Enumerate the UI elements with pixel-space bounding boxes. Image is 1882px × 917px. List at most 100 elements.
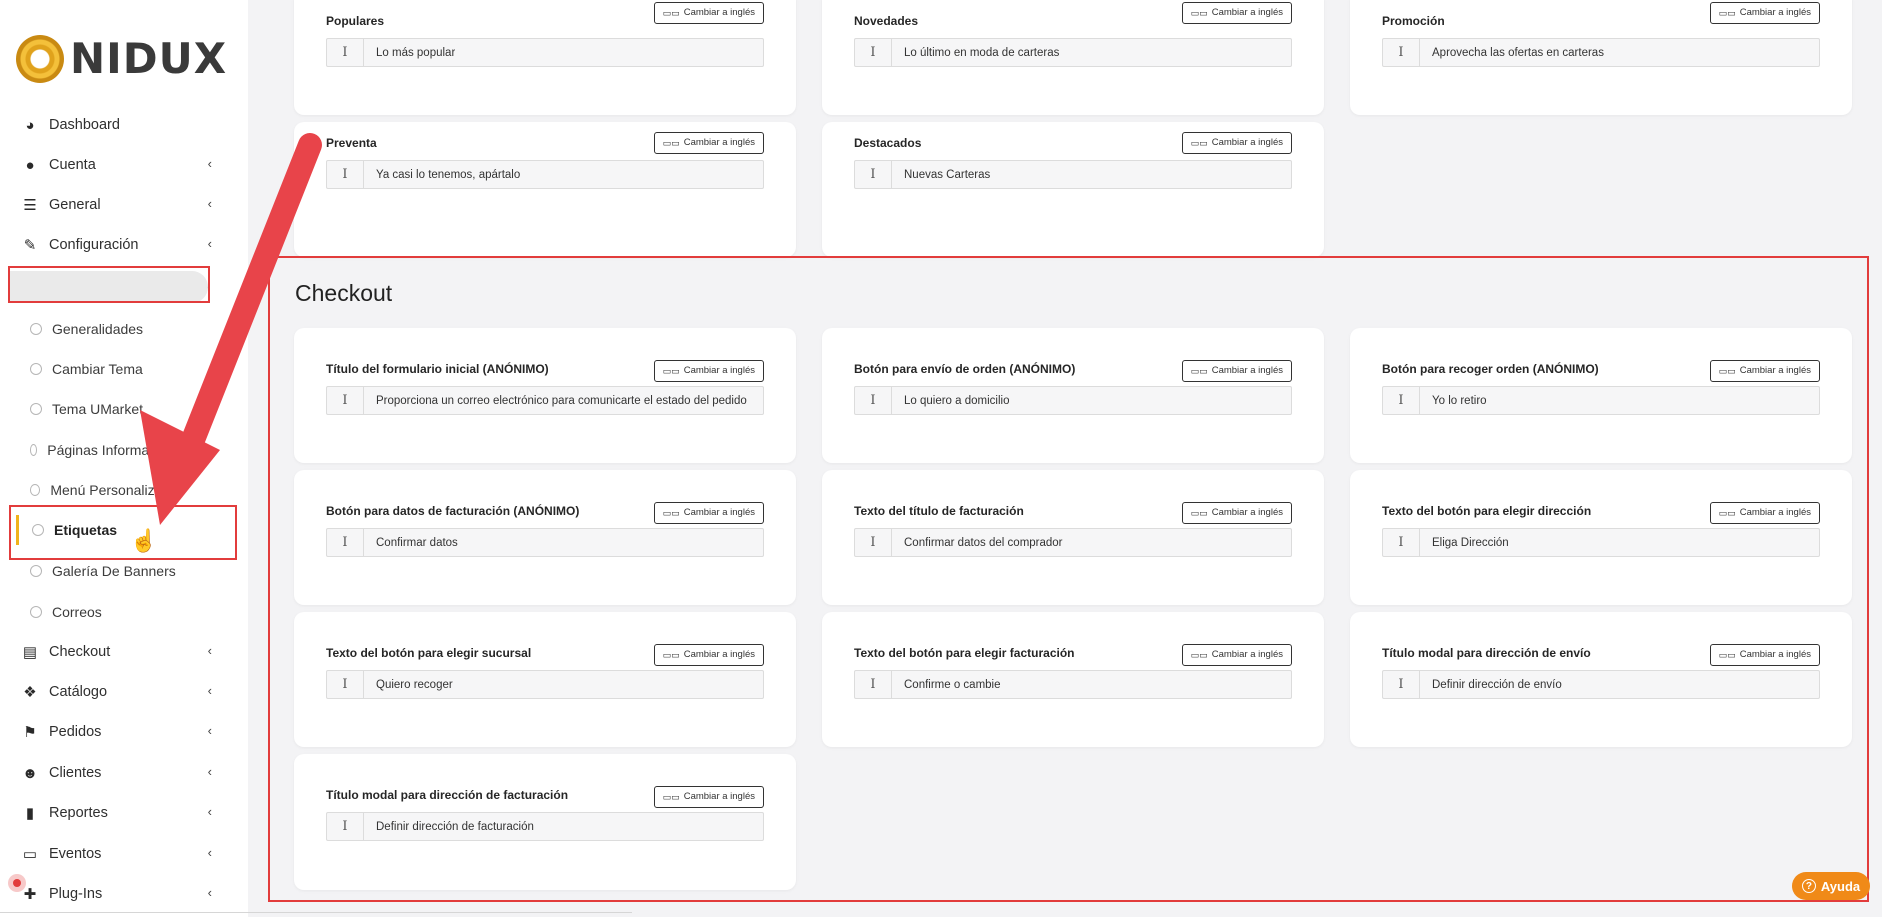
submenu-item-label: Tema UMarket (52, 401, 144, 417)
translate-button-label: Cambiar a inglés (683, 137, 755, 148)
sliders-icon: ☰ (23, 197, 37, 214)
sidebar-item-label: Checkout (49, 644, 111, 660)
text-cursor-icon: I (855, 39, 892, 66)
field-label: Destacados (854, 136, 922, 150)
label-text-input[interactable]: I Nuevas Carteras (854, 160, 1292, 189)
help-button[interactable]: ? Ayuda (1792, 872, 1870, 900)
sidebar-item-label: Cuenta (49, 157, 96, 173)
text-cursor-icon: I (327, 39, 364, 66)
circle-icon (30, 403, 42, 415)
label-field-card: Populares ▭▭ Cambiar a inglés I Lo más popul… (294, 0, 796, 115)
input-value: Aprovecha las ofertas en carteras (1432, 46, 1604, 59)
circle-icon (30, 484, 41, 496)
input-value: Lo último en moda de carteras (904, 46, 1060, 59)
label-field-card: Preventa ▭▭ Cambiar a inglés I Ya casi lo te… (294, 122, 796, 257)
translate-button-label: Cambiar a inglés (1211, 7, 1283, 18)
ticket-icon: ▭ (22, 846, 38, 863)
sidebar-item-label: Pedidos (49, 724, 102, 740)
text-cursor-icon: I (855, 161, 892, 188)
users-icon: ☻ (22, 764, 38, 782)
notification-dot-icon[interactable] (8, 874, 26, 892)
label-text-input[interactable]: I Lo último en moda de carteras (854, 38, 1292, 67)
submenu-item-label: Cambiar Tema (52, 361, 143, 377)
label-field-card: Destacados ▭▭ Cambiar a inglés I Nuevas Cart… (822, 122, 1324, 257)
input-value: Ya casi lo tenemos, apártalo (376, 168, 521, 181)
chevron-left-icon: ‹ (207, 643, 212, 658)
chevron-left-icon: ‹ (207, 764, 212, 779)
label-field-card: Novedades ▭▭ Cambiar a inglés I Lo último en… (822, 0, 1324, 115)
sidebar-item-pedidos[interactable]: ⚑ Pedidos ‹ (20, 717, 212, 747)
submenu-item-tema-umarket[interactable]: Tema UMarket (30, 396, 143, 422)
translate-button-label: Cambiar a inglés (1211, 137, 1283, 148)
file-icon: ▮ (25, 805, 35, 822)
sidebar-item-clientes[interactable]: ☻ Clientes ‹ (20, 758, 212, 788)
scrollbar-track (0, 912, 632, 913)
chevron-left-icon: ‹ (207, 804, 212, 819)
translate-english-button[interactable]: ▭▭ Cambiar a inglés (1181, 132, 1292, 154)
cash-register-icon: ▤ (22, 644, 38, 661)
chevron-left-icon: ‹ (207, 683, 212, 698)
translate-icon: ▭▭ (1190, 8, 1208, 18)
brand-name: NIDUX (70, 34, 228, 83)
wrench-icon: ✎ (23, 237, 37, 254)
input-value: Lo más popular (376, 46, 456, 59)
logo-mark-icon (16, 34, 64, 83)
submenu-item-label: Galería De Banners (52, 563, 176, 579)
sidebar-item-cat-logo[interactable]: ❖ Catálogo ‹ (20, 677, 212, 707)
circle-icon (30, 323, 42, 335)
sidebar-item-reportes[interactable]: ▮ Reportes ‹ (20, 798, 212, 828)
translate-icon: ▭▭ (662, 8, 680, 18)
circle-icon (30, 444, 38, 456)
chevron-left-icon: ‹ (207, 885, 212, 900)
submenu-item-generalidades[interactable]: Generalidades (30, 316, 143, 342)
sidebar-item-checkout[interactable]: ▤ Checkout ‹ (20, 637, 212, 667)
sidebar-item-label: General (49, 197, 101, 213)
sidebar-item-label: Reportes (49, 805, 108, 821)
translate-button-label: Cambiar a inglés (1739, 7, 1811, 18)
help-label: Ayuda (1820, 878, 1861, 894)
circle-icon (30, 565, 42, 577)
submenu-item-cambiar-tema[interactable]: Cambiar Tema (30, 356, 143, 382)
dashboard-icon: ◕ (25, 116, 35, 134)
translate-english-button[interactable]: ▭▭ Cambiar a inglés (1709, 2, 1820, 24)
label-field-card: Promoción ▭▭ Cambiar a inglés I Aprovecha la… (1350, 0, 1852, 115)
sidebar-item-label: Dashboard (49, 117, 120, 133)
chevron-left-icon: ‹ (207, 723, 212, 738)
sidebar-item-label: Catálogo (49, 684, 108, 700)
sidebar-item-label: Plug-Ins (49, 886, 103, 902)
label-text-input[interactable]: I Ya casi lo tenemos, apártalo (326, 160, 764, 189)
chevron-left-icon: ‹ (207, 845, 212, 860)
circle-icon (30, 363, 42, 375)
cubes-icon: ❖ (23, 684, 37, 701)
submenu-item-label: Correos (52, 604, 102, 620)
annotation-arrow (140, 133, 322, 525)
submenu-item-correos[interactable]: Correos (30, 599, 102, 625)
translate-english-button[interactable]: ▭▭ Cambiar a inglés (653, 2, 764, 24)
user-circle-icon: ● (25, 156, 35, 174)
translate-english-button[interactable]: ▭▭ Cambiar a inglés (653, 132, 764, 154)
brand-logo[interactable]: NIDUX (16, 34, 227, 83)
label-text-input[interactable]: I Lo más popular (326, 38, 764, 67)
sidebar-item-label: Clientes (49, 765, 102, 781)
sidebar-item-label: Configuración (49, 237, 139, 253)
field-label: Populares (326, 14, 385, 28)
submenu-item-label: Generalidades (52, 321, 144, 337)
sidebar-item-eventos[interactable]: ▭ Eventos ‹ (20, 839, 212, 869)
field-label: Promoción (1382, 14, 1445, 28)
translate-icon: ▭▭ (662, 138, 680, 148)
hand-cursor-icon: ☝ (130, 528, 158, 553)
submenu-item-galer-a-de-banners[interactable]: Galería De Banners (30, 558, 176, 584)
input-value: Nuevas Carteras (904, 168, 991, 181)
translate-english-button[interactable]: ▭▭ Cambiar a inglés (1181, 2, 1292, 24)
sidebar-item-plug-ins[interactable]: ✚ Plug-Ins ‹ (20, 879, 212, 909)
flag-icon: ⚑ (23, 724, 37, 741)
question-icon: ? (1801, 879, 1816, 893)
translate-button-label: Cambiar a inglés (683, 7, 755, 18)
translate-icon: ▭▭ (1718, 8, 1736, 18)
label-text-input[interactable]: I Aprovecha las ofertas en carteras (1382, 38, 1820, 67)
text-cursor-icon: I (1383, 39, 1420, 66)
sidebar-item-label: Eventos (49, 846, 102, 862)
translate-icon: ▭▭ (1190, 138, 1208, 148)
circle-icon (30, 606, 42, 618)
field-label: Novedades (854, 14, 919, 28)
